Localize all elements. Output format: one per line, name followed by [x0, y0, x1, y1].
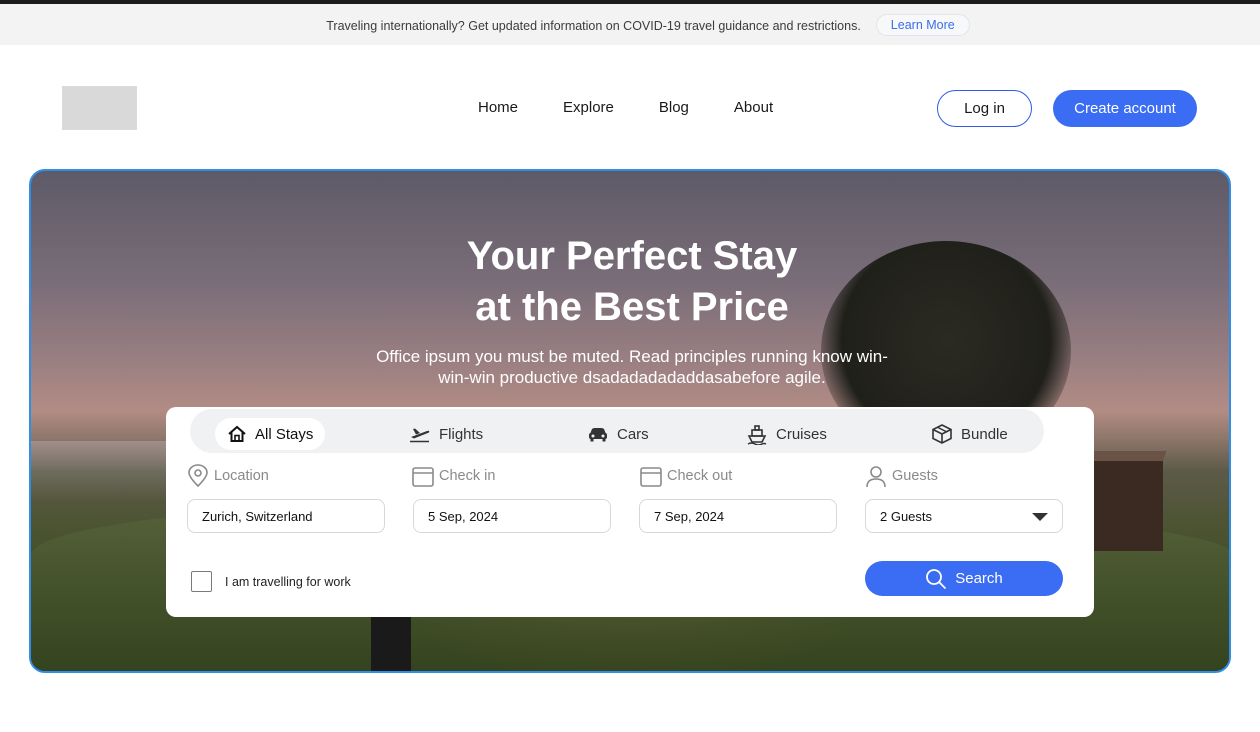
plane-icon — [410, 428, 430, 443]
search-button[interactable]: Search — [865, 561, 1063, 596]
guests-select[interactable]: 2 Guests — [865, 499, 1063, 533]
chevron-down-icon — [1032, 513, 1048, 521]
create-account-button[interactable]: Create account — [1053, 90, 1197, 127]
check-in-label-text: Check in — [439, 468, 496, 484]
search-button-label: Search — [955, 570, 1003, 587]
nav-blog[interactable]: Blog — [659, 99, 689, 116]
check-in-label: Check in — [411, 464, 495, 488]
tab-cruises[interactable]: Cruises — [746, 418, 827, 450]
hero-title-line2: at the Best Price — [475, 285, 789, 329]
work-travel-label: I am travelling for work — [225, 575, 351, 589]
tab-cars-label: Cars — [617, 425, 649, 443]
hero-person — [371, 611, 411, 671]
notice-bar: Traveling internationally? Get updated i… — [0, 4, 1260, 45]
car-icon — [589, 428, 607, 442]
calendar-icon — [640, 467, 662, 487]
check-out-label-text: Check out — [667, 468, 733, 484]
location-input[interactable]: Zurich, Switzerland — [187, 499, 385, 533]
calendar-icon — [412, 467, 434, 487]
check-in-input[interactable]: 5 Sep, 2024 — [413, 499, 611, 533]
guests-label-text: Guests — [892, 468, 938, 484]
guests-select-value: 2 Guests — [880, 508, 933, 524]
location-label: Location — [186, 464, 269, 488]
nav-explore[interactable]: Explore — [563, 99, 614, 116]
location-label-text: Location — [214, 468, 269, 484]
tab-bundle-label: Bundle — [961, 425, 1008, 443]
nav-home[interactable]: Home — [478, 99, 518, 116]
tab-cars[interactable]: Cars — [587, 418, 649, 450]
hero-title-line1: Your Perfect Stay — [466, 234, 798, 278]
box-icon — [932, 424, 952, 444]
guests-label: Guests — [864, 464, 938, 488]
work-travel-checkbox[interactable] — [191, 571, 212, 592]
logo-placeholder[interactable] — [62, 86, 137, 130]
tab-cruises-label: Cruises — [776, 425, 827, 443]
tab-bundle[interactable]: Bundle — [931, 418, 1008, 450]
learn-more-button[interactable]: Learn More — [875, 13, 970, 36]
check-out-input[interactable]: 7 Sep, 2024 — [639, 499, 837, 533]
ship-icon — [747, 425, 767, 445]
home-icon — [228, 425, 246, 442]
tab-flights[interactable]: Flights — [409, 418, 483, 450]
location-pin-icon — [188, 464, 208, 488]
notice-text: Traveling internationally? Get updated i… — [326, 18, 861, 33]
check-out-label: Check out — [639, 464, 732, 488]
main-nav: Home Explore Blog About — [478, 99, 818, 116]
hero-subtitle-line2: win-win productive dsadadadadaddasabefor… — [438, 368, 826, 387]
tab-all-stays-label: All Stays — [255, 425, 314, 443]
tab-all-stays[interactable]: All Stays — [215, 418, 326, 450]
tab-flights-label: Flights — [439, 425, 484, 443]
search-icon — [926, 568, 947, 589]
hero-subtitle: Office ipsum you must be muted. Read pri… — [342, 346, 922, 388]
hero-subtitle-line1: Office ipsum you must be muted. Read pri… — [376, 347, 888, 366]
person-icon — [866, 466, 886, 488]
hero-barn — [1093, 461, 1163, 551]
nav-about[interactable]: About — [734, 99, 773, 116]
search-tabs: All Stays Flights Cars Cruises Bundle — [190, 409, 1044, 453]
login-button[interactable]: Log in — [937, 90, 1032, 127]
hero-title: Your Perfect Stay at the Best Price — [31, 231, 1229, 333]
search-card: All Stays Flights Cars Cruises Bundle Lo… — [166, 407, 1094, 617]
